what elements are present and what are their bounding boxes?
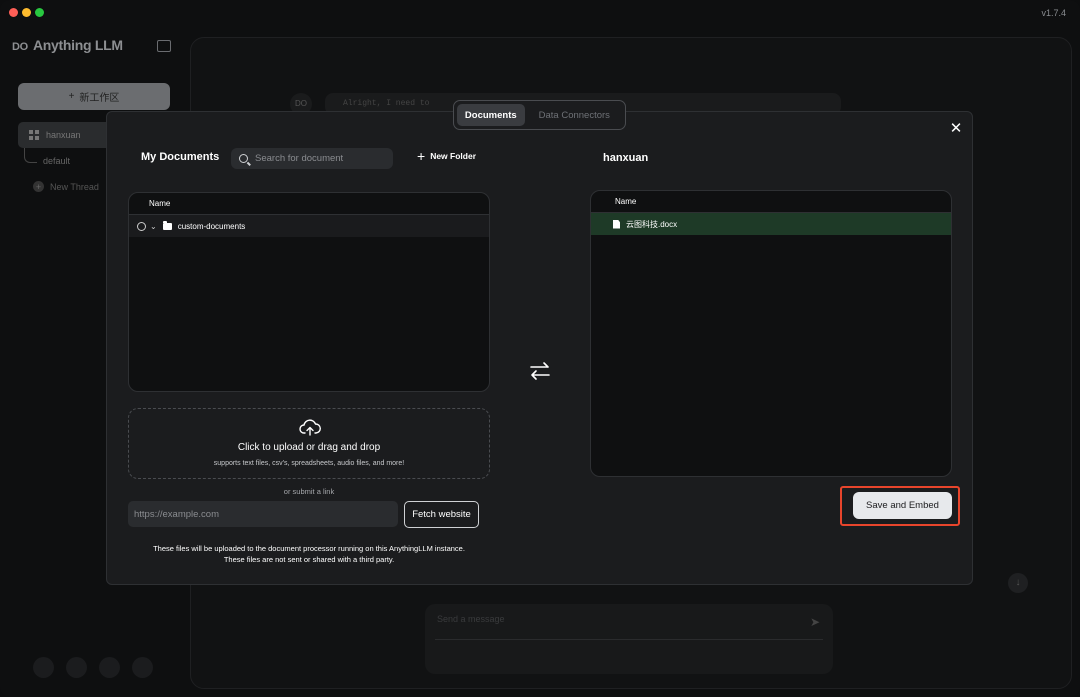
workspace-name: hanxuan	[46, 130, 81, 140]
logo-icon: DO	[12, 41, 28, 53]
file-name: 云图科技.docx	[626, 219, 678, 229]
plus-icon: +	[68, 91, 75, 102]
folder-name: custom-documents	[177, 221, 246, 231]
folder-icon	[162, 220, 172, 230]
brand-name: Anything LLM	[32, 37, 123, 53]
new-folder-label: New Folder	[430, 151, 476, 161]
column-header-name: Name	[591, 191, 951, 213]
search-icon	[239, 154, 248, 163]
upload-title: Click to upload or drag and drop	[237, 442, 381, 453]
workspace-grid-icon	[29, 130, 39, 140]
workspace-title: hanxuan	[603, 152, 649, 164]
tab-documents[interactable]: Documents	[457, 104, 525, 126]
privacy-disclaimer: These files will be uploaded to the docu…	[128, 544, 490, 565]
plus-icon: +	[417, 148, 426, 164]
close-icon[interactable]: ✕	[947, 120, 965, 138]
close-window-button[interactable]	[9, 8, 18, 17]
fetch-website-button[interactable]: Fetch website	[404, 501, 479, 528]
minimize-window-button[interactable]	[22, 8, 31, 17]
plus-icon: +	[33, 181, 44, 192]
title-bar: v1.7.4	[0, 0, 1080, 26]
my-documents-list: Name ⌄ custom-documents	[128, 192, 490, 392]
version-label: v1.7.4	[1041, 8, 1066, 18]
url-input[interactable]	[128, 501, 398, 527]
thread-connector	[24, 148, 37, 163]
settings-wrench-icon[interactable]	[132, 657, 153, 678]
folder-row[interactable]: ⌄ custom-documents	[129, 215, 489, 237]
sidebar-footer	[33, 657, 153, 678]
save-and-embed-button[interactable]: Save and Embed	[853, 492, 952, 519]
maximize-window-button[interactable]	[35, 8, 44, 17]
scroll-down-icon[interactable]: ↓	[1008, 573, 1028, 593]
upload-dropzone[interactable]: Click to upload or drag and drop support…	[128, 408, 490, 479]
chevron-down-icon[interactable]: ⌄	[150, 222, 157, 231]
swap-arrows-icon	[530, 362, 550, 380]
document-search[interactable]	[231, 148, 393, 169]
workspace-documents-list: Name 云图科技.docx	[590, 190, 952, 477]
brand-logo: DO Anything LLM	[12, 37, 123, 53]
disclaimer-line-1: These files will be uploaded to the docu…	[153, 544, 465, 553]
new-folder-button[interactable]: + New Folder	[417, 148, 476, 164]
column-header-name: Name	[129, 193, 489, 215]
docs-icon[interactable]	[66, 657, 87, 678]
tab-data-connectors[interactable]: Data Connectors	[527, 104, 622, 126]
select-folder-radio[interactable]	[137, 221, 146, 231]
send-icon[interactable]: ➤	[810, 615, 820, 629]
message-composer[interactable]: Send a message ➤	[425, 604, 833, 674]
upload-subtitle: supports text files, csv's, spreadsheets…	[213, 460, 405, 467]
modal-tabs: Documents Data Connectors	[453, 100, 626, 130]
workspace-file-row[interactable]: 云图科技.docx	[591, 213, 951, 235]
new-workspace-button[interactable]: + 新工作区	[18, 83, 170, 110]
message-input[interactable]: Send a message	[437, 614, 505, 624]
cloud-upload-icon	[299, 419, 321, 436]
sidebar-toggle-icon[interactable]	[157, 40, 171, 52]
my-documents-title: My Documents	[141, 151, 220, 163]
thread-default[interactable]: default	[43, 156, 70, 166]
file-icon	[613, 219, 620, 229]
composer-divider	[435, 639, 823, 640]
disclaimer-line-2: These files are not sent or shared with …	[223, 554, 395, 564]
discord-icon[interactable]	[99, 657, 120, 678]
new-thread-label: New Thread	[50, 181, 99, 192]
new-workspace-label: 新工作区	[79, 93, 120, 104]
community-icon[interactable]	[33, 657, 54, 678]
app-window: v1.7.4 DO Anything LLM + 新工作区 hanxuan de…	[0, 0, 1080, 697]
or-submit-link-label: or submit a link	[283, 487, 335, 496]
search-input[interactable]	[255, 153, 385, 164]
new-thread-button[interactable]: + New Thread	[33, 181, 99, 192]
